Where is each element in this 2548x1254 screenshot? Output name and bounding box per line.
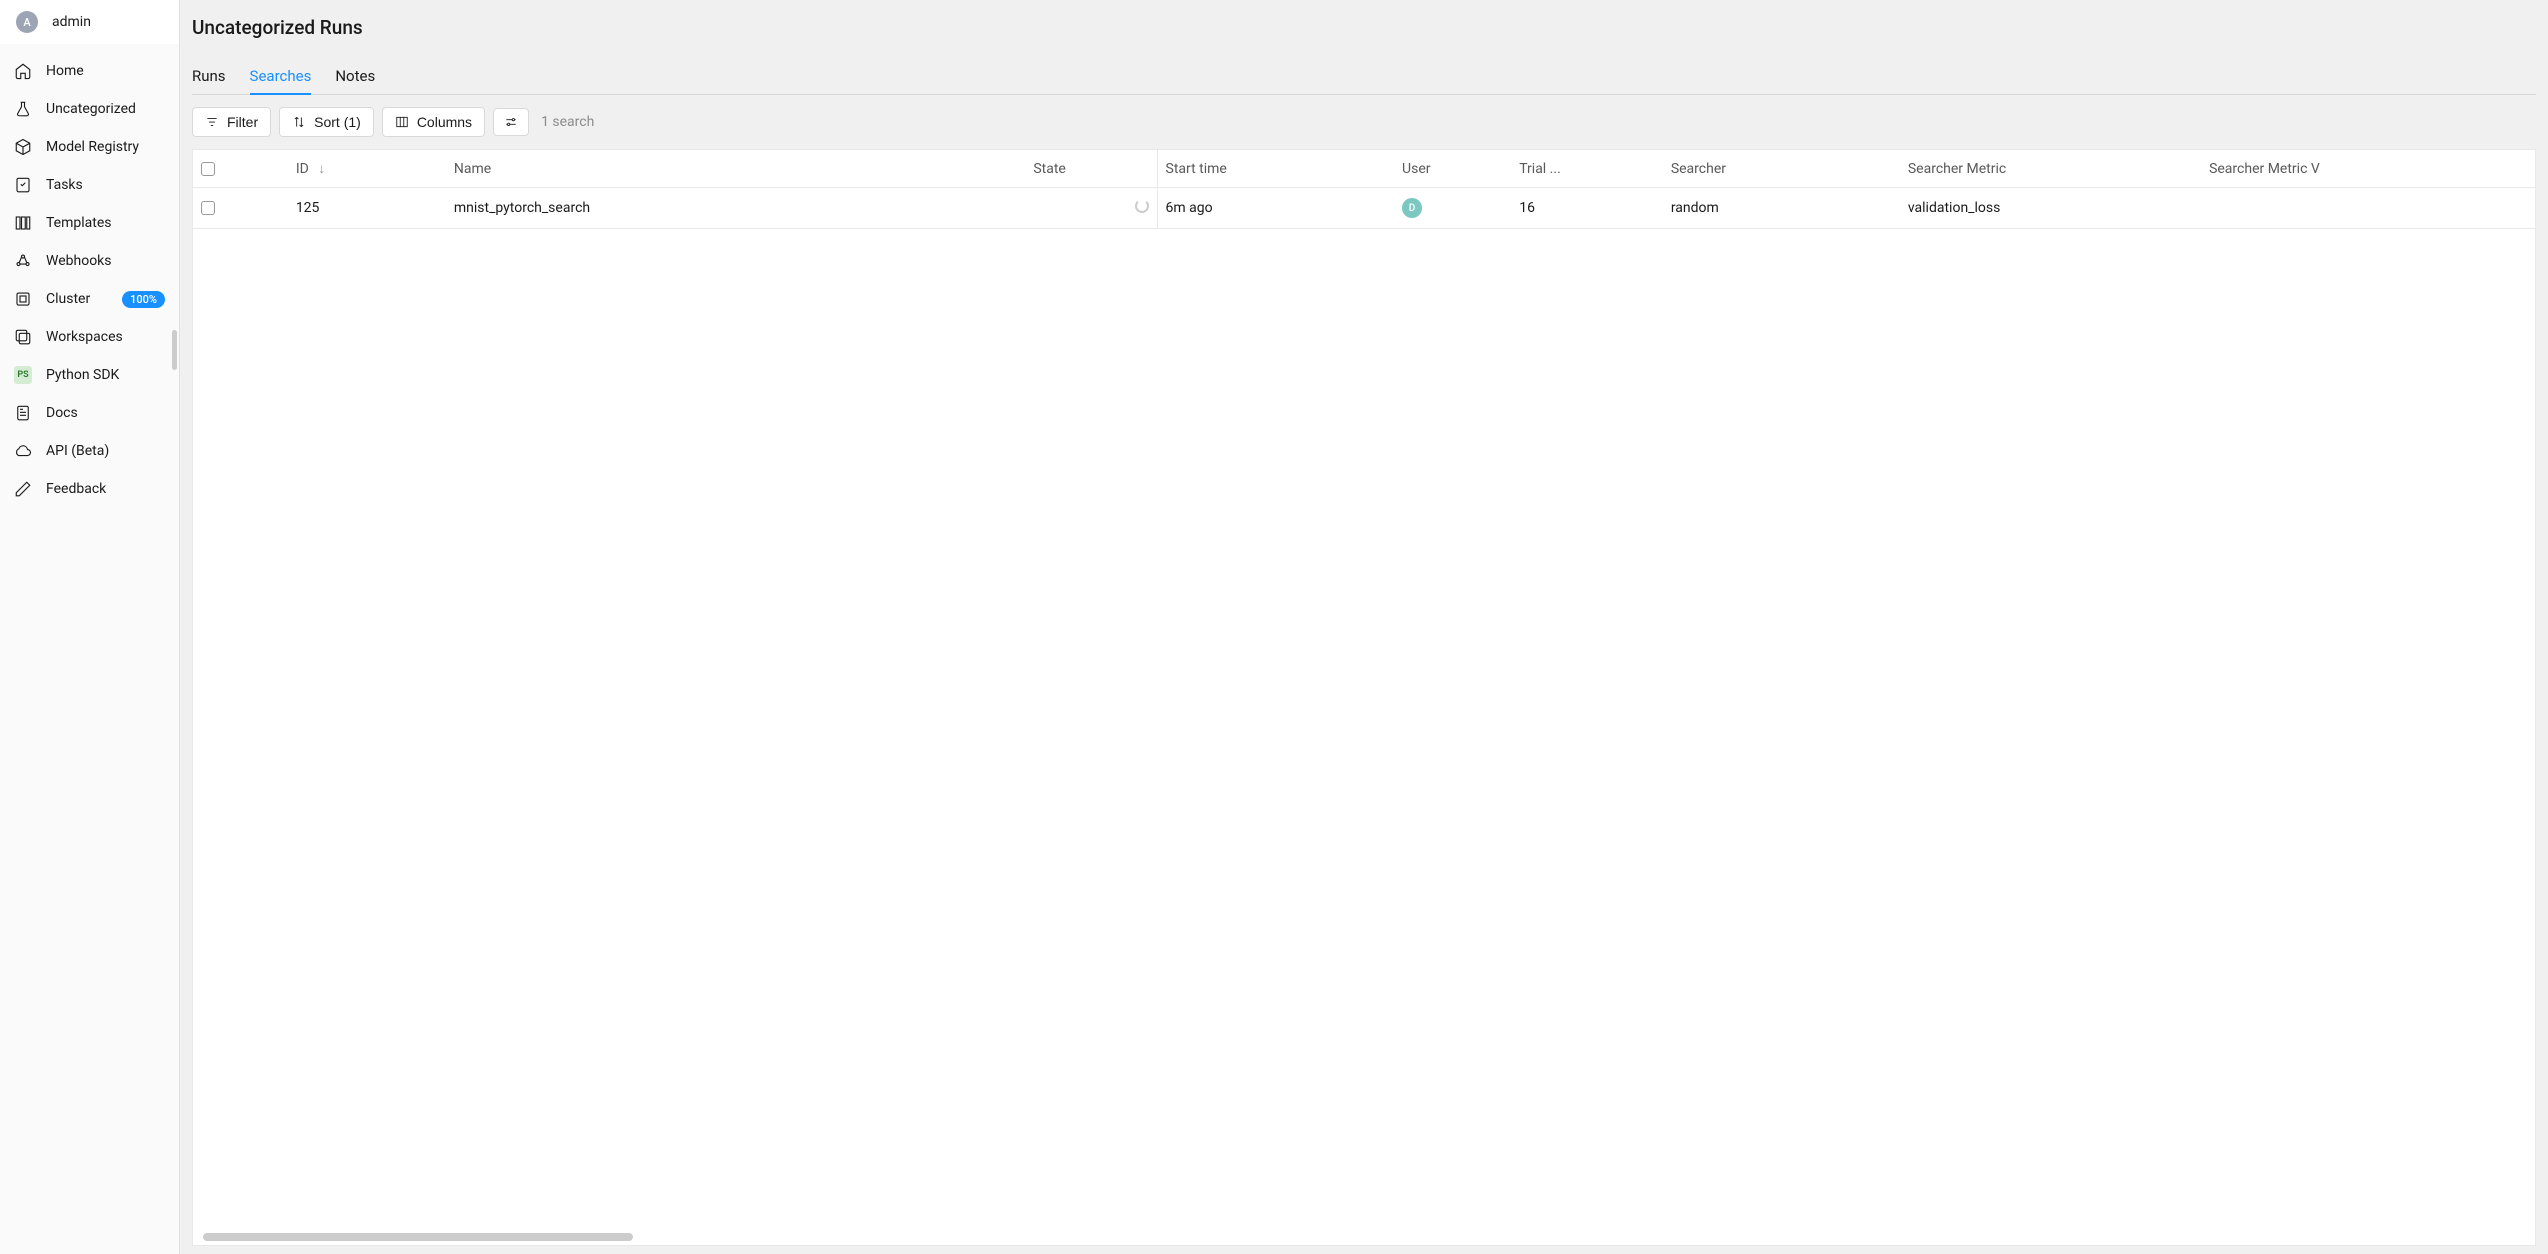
sidebar-item-label: Model Registry <box>46 139 139 155</box>
main: Uncategorized Runs Runs Searches Notes F… <box>180 0 2548 1254</box>
row-name[interactable]: mnist_pytorch_search <box>446 188 1025 229</box>
sort-label: Sort (1) <box>314 114 361 130</box>
search-table: ID ↓ Name State Start time User Trial ..… <box>193 150 2535 229</box>
sidebar-item-label: Webhooks <box>46 253 112 269</box>
row-checkbox[interactable] <box>193 188 288 229</box>
column-header-start-time[interactable]: Start time <box>1157 150 1394 188</box>
sidebar-item-templates[interactable]: Templates <box>0 204 179 242</box>
user-name: admin <box>52 14 91 30</box>
workspaces-icon <box>14 328 32 346</box>
user-menu[interactable]: A admin <box>0 0 179 44</box>
row-searcher: random <box>1663 188 1900 229</box>
tab-notes[interactable]: Notes <box>335 59 375 95</box>
search-count: 1 search <box>541 114 594 130</box>
sidebar-item-label: API (Beta) <box>46 443 109 459</box>
table-row[interactable]: 125 mnist_pytorch_search 6m ago D 16 ran… <box>193 188 2535 229</box>
sidebar-item-label: Uncategorized <box>46 101 136 117</box>
row-searcher-metric: validation_loss <box>1900 188 2201 229</box>
column-header-trial[interactable]: Trial ... <box>1511 150 1663 188</box>
sidebar-item-docs[interactable]: Docs <box>0 394 179 432</box>
sidebar-item-tasks[interactable]: Tasks <box>0 166 179 204</box>
row-id: 125 <box>288 188 446 229</box>
tab-searches[interactable]: Searches <box>250 59 312 95</box>
sidebar-item-uncategorized[interactable]: Uncategorized <box>0 90 179 128</box>
templates-icon <box>14 214 32 232</box>
table-header-row: ID ↓ Name State Start time User Trial ..… <box>193 150 2535 188</box>
sidebar-item-webhooks[interactable]: Webhooks <box>0 242 179 280</box>
sidebar-item-python-sdk[interactable]: PS Python SDK <box>0 356 179 394</box>
tab-runs[interactable]: Runs <box>192 59 226 95</box>
sidebar-item-workspaces[interactable]: Workspaces <box>0 318 179 356</box>
row-trial: 16 <box>1511 188 1663 229</box>
sidebar-item-label: Feedback <box>46 481 106 497</box>
column-header-state[interactable]: State <box>1025 150 1157 188</box>
sort-icon <box>292 115 306 129</box>
sidebar-item-label: Home <box>46 63 84 79</box>
sidebar-item-model-registry[interactable]: Model Registry <box>0 128 179 166</box>
columns-label: Columns <box>417 114 472 130</box>
column-header-searcher[interactable]: Searcher <box>1663 150 1900 188</box>
tasks-icon <box>14 176 32 194</box>
sidebar-item-label: Python SDK <box>46 367 119 383</box>
column-label: ID <box>296 161 309 177</box>
column-header-user[interactable]: User <box>1394 150 1511 188</box>
cluster-icon <box>14 290 32 308</box>
home-icon <box>14 62 32 80</box>
filter-label: Filter <box>227 114 258 130</box>
python-sdk-icon: PS <box>14 366 32 384</box>
sidebar-scrollbar[interactable] <box>172 330 177 370</box>
checkbox-icon <box>201 201 215 215</box>
row-searcher-metric-val <box>2201 188 2535 229</box>
sidebar-item-label: Cluster <box>46 291 90 307</box>
table-container: ID ↓ Name State Start time User Trial ..… <box>192 149 2536 1246</box>
page-title: Uncategorized Runs <box>192 0 2536 39</box>
column-header-name[interactable]: Name <box>446 150 1025 188</box>
user-avatar: A <box>16 11 38 33</box>
toolbar: Filter Sort (1) Columns 1 search <box>192 95 2536 149</box>
sidebar-item-feedback[interactable]: Feedback <box>0 470 179 508</box>
filter-icon <box>205 115 219 129</box>
column-header-searcher-metric-val[interactable]: Searcher Metric V <box>2201 150 2535 188</box>
cloud-icon <box>14 442 32 460</box>
select-all-header[interactable] <box>193 150 288 188</box>
column-header-id[interactable]: ID ↓ <box>288 150 446 188</box>
horizontal-scrollbar[interactable] <box>203 1233 633 1241</box>
row-state <box>1025 188 1157 229</box>
pencil-icon <box>14 480 32 498</box>
column-header-searcher-metric[interactable]: Searcher Metric <box>1900 150 2201 188</box>
columns-icon <box>395 115 409 129</box>
box-icon <box>14 138 32 156</box>
docs-icon <box>14 404 32 422</box>
columns-button[interactable]: Columns <box>382 107 485 137</box>
row-user: D <box>1394 188 1511 229</box>
spinner-icon <box>1135 199 1149 213</box>
tabs: Runs Searches Notes <box>192 59 2536 95</box>
user-avatar-initial: D <box>1402 198 1422 218</box>
sidebar-item-home[interactable]: Home <box>0 52 179 90</box>
checkbox-icon <box>201 162 215 176</box>
sliders-icon <box>504 115 518 129</box>
sort-arrow-down-icon: ↓ <box>318 160 325 177</box>
sidebar-item-cluster[interactable]: Cluster 100% <box>0 280 179 318</box>
sidebar-item-label: Templates <box>46 215 112 231</box>
row-start-time: 6m ago <box>1157 188 1394 229</box>
sidebar-item-label: Docs <box>46 405 78 421</box>
flask-icon <box>14 100 32 118</box>
sidebar: A admin Home Uncategorized Model Registr… <box>0 0 180 1254</box>
sidebar-item-label: Tasks <box>46 177 83 193</box>
cluster-usage-badge: 100% <box>122 291 165 308</box>
webhook-icon <box>14 252 32 270</box>
settings-button[interactable] <box>493 108 529 136</box>
sort-button[interactable]: Sort (1) <box>279 107 374 137</box>
sidebar-item-label: Workspaces <box>46 329 123 345</box>
sidebar-item-api[interactable]: API (Beta) <box>0 432 179 470</box>
filter-button[interactable]: Filter <box>192 107 271 137</box>
sidebar-items: Home Uncategorized Model Registry Tasks <box>0 44 179 508</box>
